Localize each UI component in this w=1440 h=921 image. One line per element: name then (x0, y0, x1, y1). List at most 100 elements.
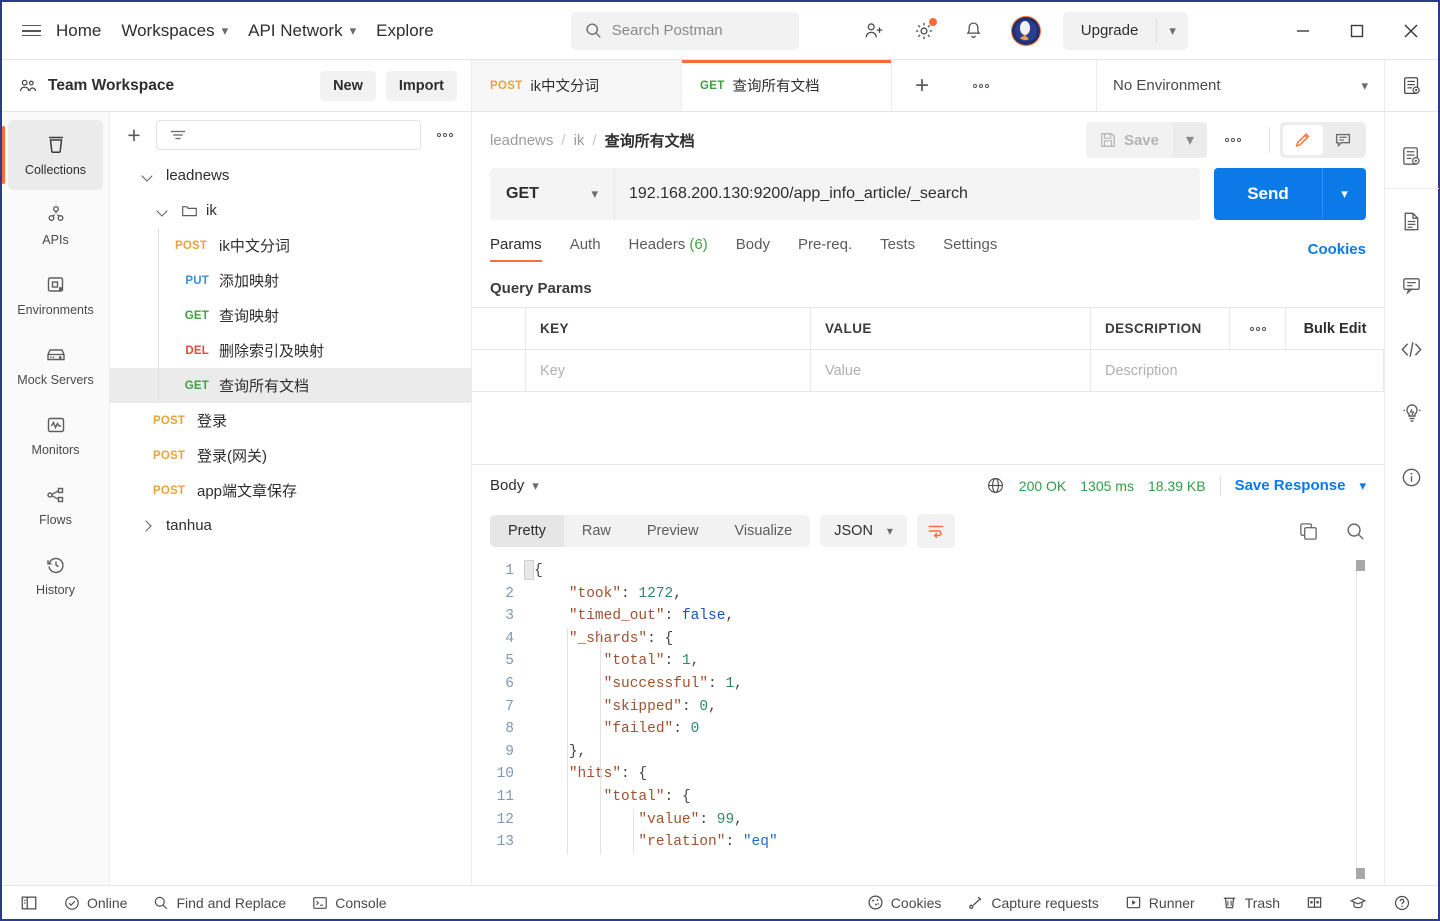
runner-button[interactable]: Runner (1112, 894, 1208, 911)
sidebar-item-environments[interactable]: Environments (2, 260, 109, 330)
notifications-bell-icon[interactable] (961, 18, 987, 44)
tree-item-ik-folder[interactable]: ik (110, 193, 471, 228)
tree-item-leadnews[interactable]: leadnews (110, 158, 471, 193)
tree-item-request[interactable]: POST ik中文分词 (110, 228, 471, 263)
tree-item-tanhua[interactable]: tanhua (110, 508, 471, 543)
tree-item-request-selected[interactable]: GET 查询所有文档 (110, 368, 471, 403)
online-status-button[interactable]: Online (51, 895, 140, 911)
tab-params[interactable]: Params (490, 236, 556, 262)
close-icon[interactable] (1384, 2, 1438, 60)
view-tab-raw[interactable]: Raw (564, 515, 629, 547)
minimize-icon[interactable] (1276, 2, 1330, 60)
send-options-chevron-icon[interactable]: ▾ (1322, 168, 1366, 220)
chevron-down-icon[interactable]: ▾ (532, 478, 539, 494)
response-format-selector[interactable]: JSON ▾ (820, 515, 907, 547)
sidebar-item-monitors[interactable]: Monitors (2, 400, 109, 470)
environment-quick-look-icon[interactable] (1384, 60, 1438, 111)
find-and-replace-button[interactable]: Find and Replace (140, 895, 299, 911)
help-button[interactable] (1380, 894, 1424, 912)
breadcrumb-folder[interactable]: ik (574, 132, 585, 149)
code-fold-marker[interactable] (524, 560, 534, 580)
learning-center-button[interactable] (1336, 894, 1380, 912)
menu-item-api-network[interactable]: API Network ▾ (238, 15, 366, 47)
chevron-down-icon[interactable] (140, 169, 154, 183)
environment-quick-look-icon[interactable] (1385, 124, 1439, 188)
cookies-button[interactable]: Cookies (863, 894, 955, 911)
sidebar-item-collections[interactable]: Collections (2, 120, 103, 190)
copy-response-icon[interactable] (1298, 521, 1319, 542)
sidebar-item-history[interactable]: History (2, 540, 109, 610)
global-search-input[interactable]: Search Postman (570, 11, 799, 50)
console-button[interactable]: Console (299, 895, 399, 911)
tree-item-request[interactable]: POST app端文章保存 (110, 473, 471, 508)
edit-mode-button[interactable] (1283, 125, 1323, 155)
cookies-link[interactable]: Cookies (1308, 241, 1366, 258)
maximize-icon[interactable] (1330, 2, 1384, 60)
save-response-button[interactable]: Save Response (1235, 477, 1346, 494)
info-lightbulb-icon[interactable] (1385, 381, 1439, 445)
chevron-right-icon[interactable] (140, 519, 154, 533)
params-more-options-icon[interactable] (1230, 308, 1286, 349)
chevron-down-icon[interactable]: ▾ (1359, 478, 1366, 494)
info-circle-icon[interactable] (1385, 445, 1439, 509)
tab-settings[interactable]: Settings (929, 236, 1011, 262)
json-code-content[interactable]: { "took": 1272, "timed_out": false, "_sh… (524, 556, 1384, 885)
menu-item-workspaces[interactable]: Workspaces ▾ (111, 15, 238, 47)
bulk-edit-button[interactable]: Bulk Edit (1286, 308, 1384, 349)
import-button[interactable]: Import (385, 70, 457, 101)
view-tab-pretty[interactable]: Pretty (490, 515, 564, 547)
menu-item-home[interactable]: Home (46, 15, 111, 47)
sidebar-item-mock-servers[interactable]: Mock Servers (2, 330, 109, 400)
tab-options-icon[interactable] (952, 60, 1010, 111)
comment-mode-button[interactable] (1323, 125, 1363, 155)
tree-item-request[interactable]: GET 查询映射 (110, 298, 471, 333)
tab-headers[interactable]: Headers (6) (615, 236, 722, 262)
code-snippet-icon[interactable] (1385, 317, 1439, 381)
collections-filter-input[interactable] (156, 120, 421, 150)
http-method-selector[interactable]: GET ▾ (490, 168, 614, 220)
tree-item-request[interactable]: DEL 删除索引及映射 (110, 333, 471, 368)
response-body-code-viewer[interactable]: 1 2 3 4 5 6 7 8 9 10 11 12 13 { "took": 1272, "timed… (472, 556, 1384, 885)
tab-body[interactable]: Body (722, 236, 784, 262)
sidebar-toggle-button[interactable] (16, 894, 51, 912)
request-tab-query-all-docs[interactable]: GET 查询所有文档 (682, 60, 892, 111)
upgrade-button[interactable]: Upgrade ▾ (1062, 11, 1188, 50)
tab-auth[interactable]: Auth (556, 236, 615, 262)
tree-item-request[interactable]: POST 登录(网关) (110, 438, 471, 473)
tree-item-request[interactable]: POST 登录 (110, 403, 471, 438)
invite-user-icon[interactable] (861, 18, 887, 44)
tab-tests[interactable]: Tests (866, 236, 929, 262)
chevron-down-icon[interactable]: ▾ (1157, 23, 1188, 39)
param-key-input[interactable]: Key (526, 350, 811, 391)
trash-button[interactable]: Trash (1208, 894, 1293, 911)
chevron-down-icon[interactable] (155, 204, 169, 218)
comments-icon[interactable] (1385, 253, 1439, 317)
two-pane-layout-button[interactable] (1293, 894, 1336, 911)
send-button[interactable]: Send (1214, 168, 1322, 220)
tab-pre-request[interactable]: Pre-req. (784, 236, 866, 262)
save-button[interactable]: Save (1085, 122, 1173, 158)
capture-requests-button[interactable]: Capture requests (954, 894, 1111, 911)
breadcrumb-collection[interactable]: leadnews (490, 132, 553, 149)
url-input[interactable]: 192.168.200.130:9200/app_info_article/_s… (614, 168, 1200, 220)
view-tab-visualize[interactable]: Visualize (716, 515, 810, 547)
environment-selector[interactable]: No Environment ▾ (1096, 60, 1384, 111)
postman-account-avatar[interactable] (1010, 15, 1041, 46)
tree-item-request[interactable]: PUT 添加映射 (110, 263, 471, 298)
code-minimap-scrollbar[interactable] (1356, 560, 1366, 879)
create-new-icon[interactable]: + (122, 122, 146, 149)
new-tab-button[interactable]: + (892, 60, 952, 111)
menu-item-explore[interactable]: Explore (366, 15, 444, 47)
request-more-options-icon[interactable] (1207, 136, 1259, 144)
param-value-input[interactable]: Value (811, 350, 1091, 391)
sidebar-item-apis[interactable]: APIs (2, 190, 109, 260)
param-description-input[interactable]: Description (1091, 350, 1384, 391)
documentation-icon[interactable] (1385, 189, 1439, 253)
settings-gear-icon[interactable] (911, 17, 937, 44)
hamburger-menu-icon[interactable] (16, 16, 46, 46)
save-options-chevron-icon[interactable]: ▾ (1173, 122, 1207, 158)
search-response-icon[interactable] (1345, 521, 1366, 542)
sidebar-item-flows[interactable]: Flows (2, 470, 109, 540)
row-checkbox[interactable] (472, 350, 526, 391)
view-tab-preview[interactable]: Preview (629, 515, 717, 547)
